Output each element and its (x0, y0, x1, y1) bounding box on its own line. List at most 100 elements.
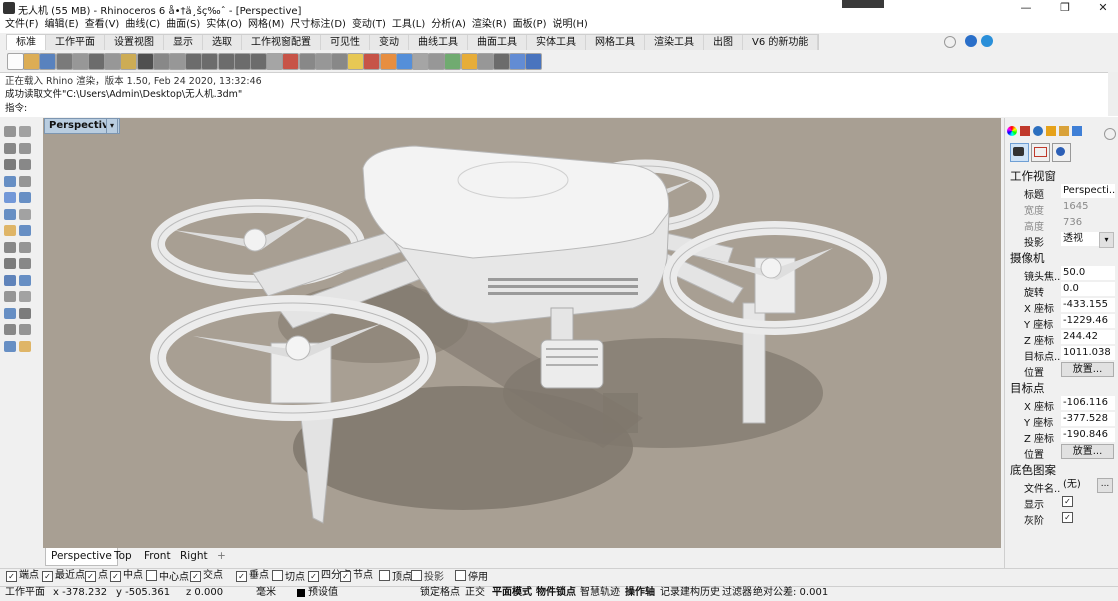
projection-select[interactable]: 透视 (1061, 232, 1101, 246)
menu-item[interactable]: 说明(H) (550, 17, 591, 33)
toolbar-tab[interactable]: 曲面工具 (468, 35, 527, 50)
gear-dots-icon[interactable] (476, 53, 494, 70)
toolbar-tab[interactable]: 出图 (704, 35, 743, 50)
browse-button[interactable]: ... (1097, 478, 1113, 493)
target-z-field[interactable]: -190.846 (1061, 428, 1115, 442)
materials-icon[interactable] (1020, 126, 1030, 136)
toolbox-tool-icon[interactable] (4, 241, 16, 253)
zoom-extents-icon[interactable] (217, 53, 235, 70)
close-button[interactable]: ✕ (1080, 0, 1118, 17)
viewport-tab-top[interactable]: Top (109, 548, 137, 565)
title-field[interactable]: Perspecti... (1061, 184, 1115, 198)
target-y-field[interactable]: -377.528 (1061, 412, 1115, 426)
toolbox-tool-icon[interactable] (4, 324, 16, 335)
osnap-checkbox[interactable]: ✓ (42, 571, 53, 582)
panel-settings-gear-icon[interactable] (1104, 128, 1116, 140)
toolbox-tool-icon[interactable] (19, 175, 31, 187)
settings-gear-icon[interactable] (944, 36, 956, 48)
toolbar-tab[interactable]: V6 的新功能 (743, 35, 819, 50)
viewport-tab-perspective[interactable]: Perspective (45, 548, 118, 566)
target-x-field[interactable]: -106.116 (1061, 396, 1115, 410)
status-gumball[interactable]: 操作轴 (625, 587, 655, 599)
osnap-option[interactable]: ✓ 点 (85, 570, 108, 582)
toolbar-tab[interactable]: 选取 (203, 35, 242, 50)
menu-item[interactable]: 文件(F) (2, 17, 42, 33)
environment-icon[interactable] (1033, 126, 1043, 136)
toolbox-tool-icon[interactable] (19, 258, 31, 269)
status-smarttrack[interactable]: 智慧轨迹 (580, 587, 620, 599)
toolbar-tab[interactable]: 标准 (7, 35, 46, 50)
toolbox-tool-icon[interactable] (19, 192, 31, 203)
camera-z-field[interactable]: 244.42 (1061, 330, 1115, 344)
osnap-option[interactable]: ✓ 节点 (340, 570, 373, 582)
import-icon[interactable] (71, 53, 89, 70)
zoom-window-icon[interactable] (201, 53, 219, 70)
camera-x-field[interactable]: -433.155 (1061, 298, 1115, 312)
menu-item[interactable]: 编辑(E) (42, 17, 82, 33)
toolbox-tool-icon[interactable] (19, 291, 31, 302)
open-icon[interactable] (23, 53, 41, 70)
toolbox-tool-icon[interactable] (4, 340, 16, 352)
toolbox-tool-icon[interactable] (19, 324, 31, 335)
layers-icon[interactable] (1072, 126, 1082, 136)
target-place-button[interactable]: 放置... (1061, 444, 1114, 459)
menu-item[interactable]: 工具(L) (389, 17, 428, 33)
light-icon[interactable] (347, 53, 365, 70)
hide-icon[interactable] (298, 53, 316, 70)
menu-item[interactable]: 分析(A) (428, 17, 469, 33)
status-planar[interactable]: 平面模式 (492, 587, 532, 599)
folder-icon[interactable] (1059, 126, 1069, 136)
menu-item[interactable]: 面板(P) (510, 17, 550, 33)
viewport-menu-arrow-icon[interactable]: ▾ (106, 118, 118, 134)
pan-icon[interactable] (152, 53, 170, 70)
osnap-checkbox[interactable] (379, 570, 390, 581)
lens-field[interactable]: 50.0 (1061, 266, 1115, 280)
toolbox-tool-icon[interactable] (4, 291, 16, 302)
render-preview-icon[interactable] (428, 53, 446, 70)
menu-item[interactable]: 渲染(R) (469, 17, 510, 33)
toolbox-tool-icon[interactable] (19, 307, 31, 319)
toolbox-tool-icon[interactable] (19, 142, 31, 154)
properties-icon[interactable] (509, 53, 527, 70)
toolbox-tool-icon[interactable] (4, 208, 16, 220)
material-icon[interactable] (395, 53, 413, 70)
car-icon[interactable] (282, 53, 300, 70)
perspective-viewport[interactable] (43, 118, 1001, 548)
toolbox-tool-icon[interactable] (4, 175, 16, 187)
cut-icon[interactable] (88, 53, 105, 70)
osnap-option[interactable]: 切点 (272, 570, 305, 584)
pin-icon[interactable] (460, 53, 478, 70)
toolbar-tab[interactable]: 网格工具 (586, 35, 645, 50)
toolbox-tool-icon[interactable] (4, 142, 16, 154)
osnap-checkbox[interactable] (272, 570, 283, 581)
add-viewport-tab-icon[interactable]: + (212, 548, 231, 565)
show-checkbox[interactable]: ✓ (1062, 496, 1073, 507)
render-settings-icon[interactable] (981, 35, 993, 47)
toolbox-tool-icon[interactable] (4, 192, 16, 203)
toolbox-tool-icon[interactable] (4, 126, 16, 137)
color-wheel-icon[interactable] (1007, 126, 1017, 136)
rotation-field[interactable]: 0.0 (1061, 282, 1115, 296)
status-osnap[interactable]: 物件锁点 (536, 587, 576, 599)
toolbar-tab[interactable]: 显示 (164, 35, 203, 50)
osnap-checkbox[interactable]: ✓ (236, 571, 247, 582)
menu-item[interactable]: 曲线(C) (122, 17, 163, 33)
save-icon[interactable] (39, 53, 57, 70)
status-grid-snap[interactable]: 锁定格点 (420, 587, 460, 599)
toolbox-tool-icon[interactable] (4, 307, 16, 319)
osnap-checkbox[interactable]: ✓ (340, 571, 351, 582)
menu-item[interactable]: 查看(V) (82, 17, 123, 33)
print-icon[interactable] (55, 53, 73, 70)
toolbox-tool-icon[interactable] (19, 159, 31, 170)
osnap-option[interactable]: ✓ 端点 (6, 570, 39, 582)
toolbar-tab[interactable]: 工作视窗配置 (242, 35, 321, 50)
toolbar-tab[interactable]: 设置视图 (105, 35, 164, 50)
toolbox-tool-icon[interactable] (19, 340, 31, 352)
zoom-selected-icon[interactable] (233, 53, 251, 70)
show-icon[interactable] (314, 53, 332, 70)
toolbar-tab[interactable]: 可见性 (321, 35, 370, 50)
osnap-checkbox[interactable] (146, 570, 157, 581)
osnap-option[interactable]: 停用 (455, 570, 488, 584)
rotate-view-icon[interactable] (169, 53, 186, 70)
lock-icon[interactable] (331, 53, 348, 70)
